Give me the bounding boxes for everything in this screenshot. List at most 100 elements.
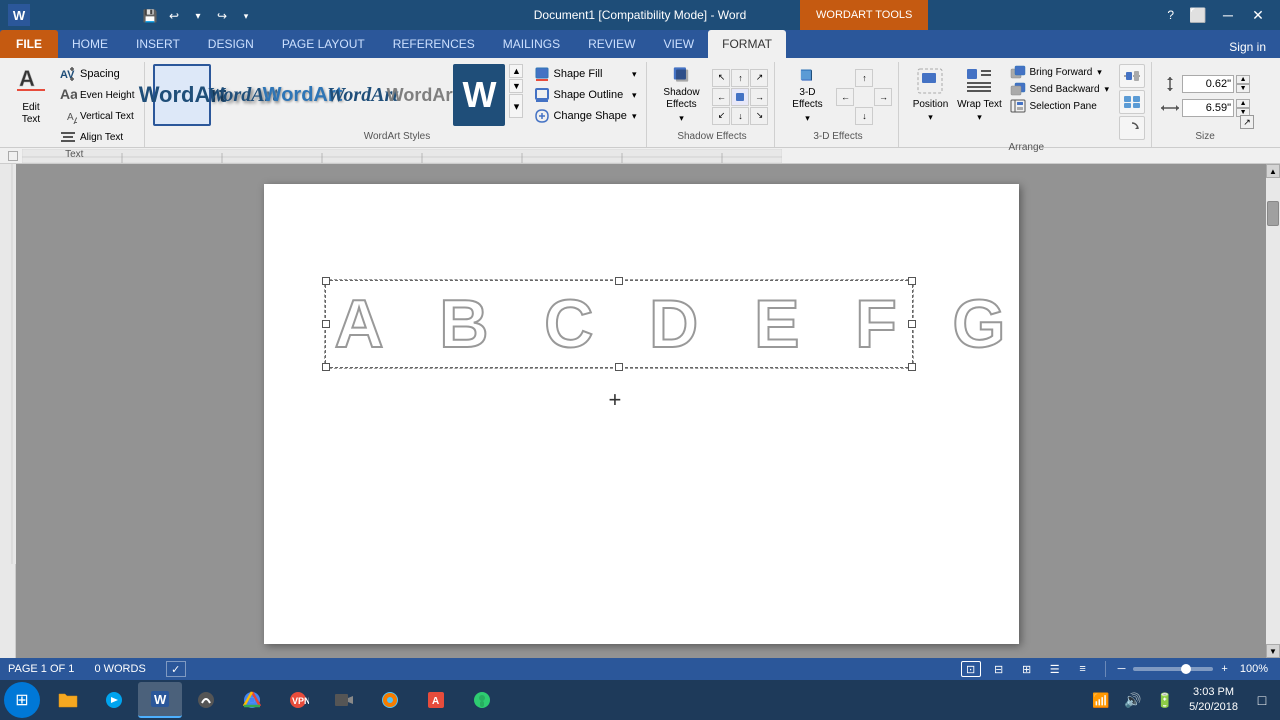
zoom-out-button[interactable]: ─ [1118,663,1126,675]
shadow-dir-tr[interactable]: ↗ [750,69,768,87]
taskbar-paint[interactable] [184,682,228,718]
taskbar-chrome[interactable] [230,682,274,718]
height-spin-down[interactable]: ▼ [1236,84,1250,93]
wordart-style-1[interactable]: WordArt [153,64,211,126]
shadow-dir-r[interactable]: → [750,88,768,106]
3d-effects-button[interactable]: 3-DEffects ▾ [783,64,831,124]
shadow-dir-b[interactable]: ↓ [731,107,749,125]
minimize-button[interactable]: ─ [1214,5,1242,25]
redo-button[interactable]: ↪ [212,6,232,26]
tab-home[interactable]: HOME [58,30,122,58]
sign-in-button[interactable]: Sign in [1215,36,1280,58]
tab-view[interactable]: VIEW [649,30,708,58]
width-spin-up[interactable]: ▲ [1236,99,1250,108]
print-layout-button[interactable]: ⊡ [961,661,981,677]
zoom-slider[interactable] [1133,667,1213,671]
customize-qa-button[interactable]: ▾ [236,6,256,26]
start-button[interactable]: ⊞ [4,682,40,718]
vertical-text-button[interactable]: A A Vertical Text [55,106,138,126]
taskbar-action-center[interactable]: □ [1248,686,1276,714]
taskbar-word[interactable]: W [138,682,182,718]
help-button[interactable]: ? [1159,5,1182,25]
tab-design[interactable]: DESIGN [194,30,268,58]
save-button[interactable]: 💾 [140,6,160,26]
handle-bottom-right[interactable] [908,363,916,371]
draft-button[interactable]: ≡ [1073,661,1093,677]
proofing-icon[interactable]: ✓ [166,661,186,677]
3d-dir-r[interactable]: → [874,88,892,106]
width-input[interactable] [1182,99,1234,117]
scroll-track[interactable] [1266,178,1280,644]
tab-page-layout[interactable]: PAGE LAYOUT [268,30,379,58]
rotate-button[interactable] [1119,116,1145,140]
height-input[interactable] [1182,75,1234,93]
group-button[interactable] [1119,90,1145,114]
outline-button[interactable]: ☰ [1045,661,1065,677]
taskbar-video[interactable] [322,682,366,718]
wordart-scroll-down[interactable]: ▼ [509,79,523,93]
align-text-button[interactable]: Align Text [55,127,138,147]
shape-outline-button[interactable]: Shape Outline ▾ [530,85,640,105]
page-info[interactable]: PAGE 1 OF 1 [8,663,74,675]
wrap-text-button[interactable]: Wrap Text ▾ [956,64,1002,124]
height-spin-up[interactable]: ▲ [1236,75,1250,84]
taskbar-vpn[interactable]: VPN [276,682,320,718]
tab-references[interactable]: REFERENCES [379,30,489,58]
send-backward-button[interactable]: Send Backward ▾ [1007,81,1112,97]
handle-top-middle[interactable] [615,277,623,285]
taskbar-joystick[interactable] [460,682,504,718]
full-reading-button[interactable]: ⊟ [989,661,1009,677]
web-layout-button[interactable]: ⊞ [1017,661,1037,677]
shadow-dir-br[interactable]: ↘ [750,107,768,125]
handle-bottom-middle[interactable] [615,363,623,371]
3d-dir-b[interactable]: ↓ [855,107,873,125]
scroll-thumb[interactable] [1267,201,1279,226]
size-dialog-launcher[interactable]: ↗ [1240,115,1254,129]
tab-file[interactable]: FILE [0,30,58,58]
3d-dir-l[interactable]: ← [836,88,854,106]
align-button[interactable] [1119,64,1145,88]
wordart-style-5[interactable]: WordArt [393,64,451,126]
selection-pane-button[interactable]: Selection Pane [1007,98,1112,114]
position-button[interactable]: Position ▾ [907,64,953,124]
wordart-style-4[interactable]: WordArt [333,64,391,126]
scroll-up-button[interactable]: ▲ [1266,164,1280,178]
scroll-down-button[interactable]: ▼ [1266,644,1280,658]
taskbar-sound[interactable]: 🔊 [1119,686,1147,714]
tab-insert[interactable]: INSERT [122,30,194,58]
shadow-dir-l[interactable]: ← [712,88,730,106]
spacing-button[interactable]: AV Spacing [55,64,138,84]
word-count[interactable]: 0 WORDS [94,663,145,675]
wordart-object[interactable]: A B C D E F G + [324,279,914,369]
wordart-style-3[interactable]: WordArt [273,64,331,126]
taskbar-media-player[interactable] [92,682,136,718]
change-shape-button[interactable]: Change Shape ▾ [530,106,640,126]
wordart-scroll-up[interactable]: ▲ [509,64,523,78]
restore-button[interactable]: ⬜ [1184,5,1212,25]
zoom-level[interactable]: 100% [1236,663,1272,675]
handle-middle-left[interactable] [322,320,330,328]
zoom-thumb[interactable] [1181,664,1191,674]
shadow-dir-bl[interactable]: ↙ [712,107,730,125]
taskbar-firefox[interactable] [368,682,412,718]
tab-mailings[interactable]: MAILINGS [489,30,574,58]
shadow-dir-t[interactable]: ↑ [731,69,749,87]
wordart-scroll-expand[interactable]: ▾ [509,94,523,118]
edit-text-button[interactable]: A EditText [10,64,52,124]
shape-fill-button[interactable]: Shape Fill ▾ [530,64,640,84]
shadow-dir-center[interactable] [731,88,749,106]
taskbar-battery[interactable]: 🔋 [1151,686,1179,714]
handle-top-right[interactable] [908,277,916,285]
undo-arrow[interactable]: ▾ [188,6,208,26]
handle-top-left[interactable] [322,277,330,285]
even-height-button[interactable]: Aa Even Height [55,85,138,105]
shadow-dir-tl[interactable]: ↖ [712,69,730,87]
zoom-in-button[interactable]: + [1221,663,1227,675]
taskbar-explorer[interactable] [46,682,90,718]
taskbar-clock[interactable]: 3:03 PM 5/20/2018 [1183,683,1244,718]
tab-review[interactable]: REVIEW [574,30,649,58]
bring-forward-button[interactable]: Bring Forward ▾ [1007,64,1112,80]
undo-button[interactable]: ↩ [164,6,184,26]
handle-bottom-left[interactable] [322,363,330,371]
tab-format[interactable]: FORMAT [708,30,786,58]
